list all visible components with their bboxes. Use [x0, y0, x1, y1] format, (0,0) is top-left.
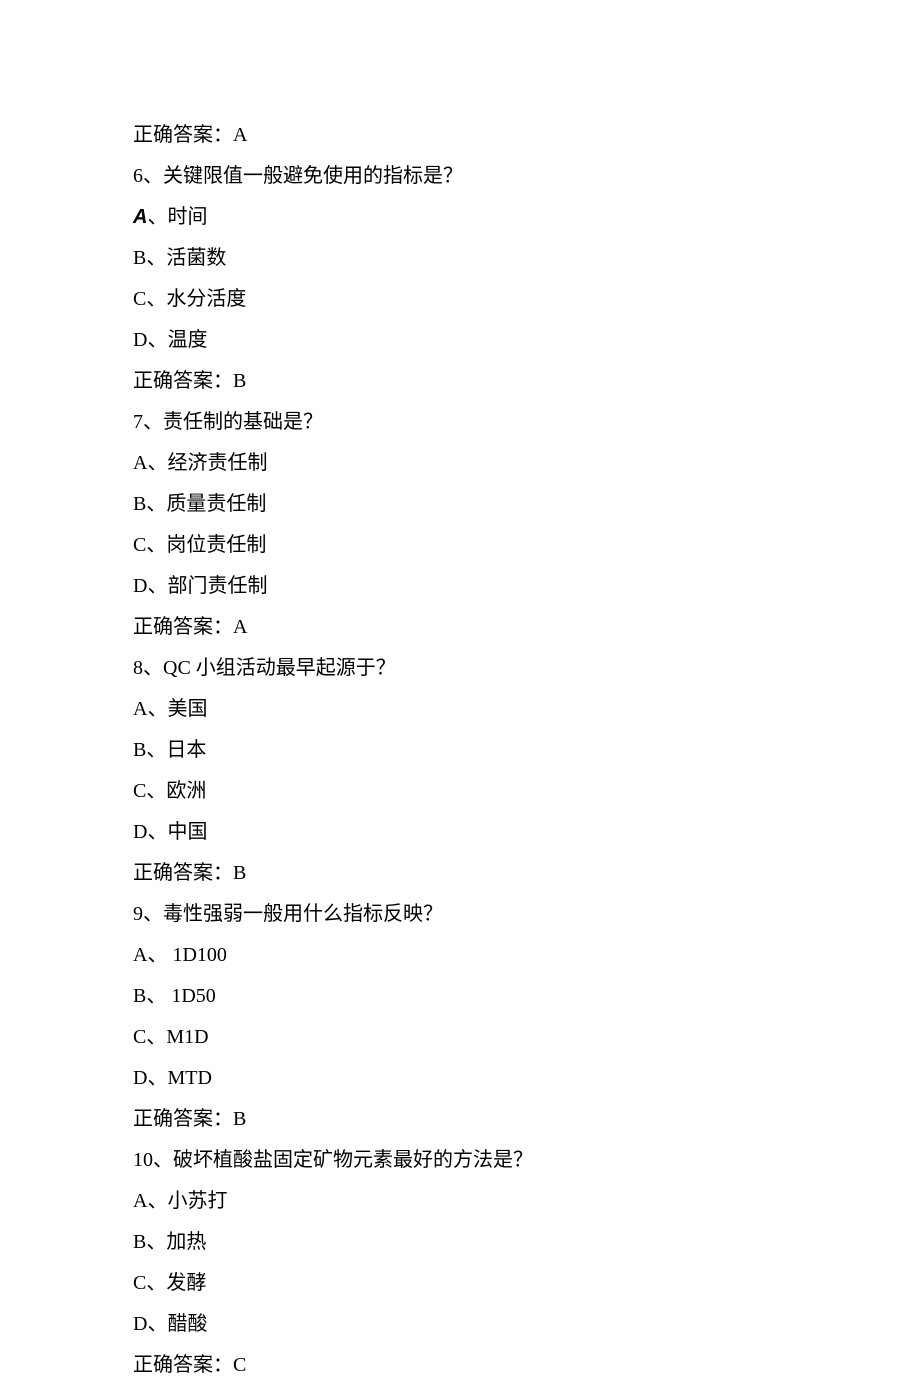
option-d: D、中国: [133, 813, 920, 851]
answer-line: 正确答案：A: [133, 116, 920, 154]
option-a-text: 、时间: [147, 206, 207, 228]
question-text: 8、QC 小组活动最早起源于？: [133, 649, 920, 687]
answer-line: 正确答案：C: [133, 1346, 920, 1384]
question-text: 9、毒性强弱一般用什么指标反映？: [133, 895, 920, 933]
option-d: D、温度: [133, 321, 920, 359]
option-d: D、部门责任制: [133, 567, 920, 605]
question-text: 10、破坏植酸盐固定矿物元素最好的方法是？: [133, 1141, 920, 1179]
option-c: C、M1D: [133, 1018, 920, 1056]
option-b: B、 1D50: [133, 977, 920, 1015]
question-text: 6、关键限值一般避免使用的指标是？: [133, 157, 920, 195]
option-a: A、小苏打: [133, 1182, 920, 1220]
answer-line: 正确答案：B: [133, 362, 920, 400]
option-b: B、质量责任制: [133, 485, 920, 523]
answer-line: 正确答案：B: [133, 1100, 920, 1138]
option-a: A、美国: [133, 690, 920, 728]
option-c: C、岗位责任制: [133, 526, 920, 564]
option-a-prefix: A: [133, 206, 147, 228]
option-a: A、经济责任制: [133, 444, 920, 482]
option-d: D、MTD: [133, 1059, 920, 1097]
option-a: A、时间: [133, 198, 920, 236]
option-c: C、水分活度: [133, 280, 920, 318]
answer-line: 正确答案：A: [133, 608, 920, 646]
option-c: C、欧洲: [133, 772, 920, 810]
option-b: B、日本: [133, 731, 920, 769]
option-b: B、活菌数: [133, 239, 920, 277]
option-c: C、发酵: [133, 1264, 920, 1302]
option-a: A、 1D100: [133, 936, 920, 974]
option-b: B、加热: [133, 1223, 920, 1261]
question-text: 7、责任制的基础是？: [133, 403, 920, 441]
answer-line: 正确答案：B: [133, 854, 920, 892]
option-d: D、醋酸: [133, 1305, 920, 1343]
